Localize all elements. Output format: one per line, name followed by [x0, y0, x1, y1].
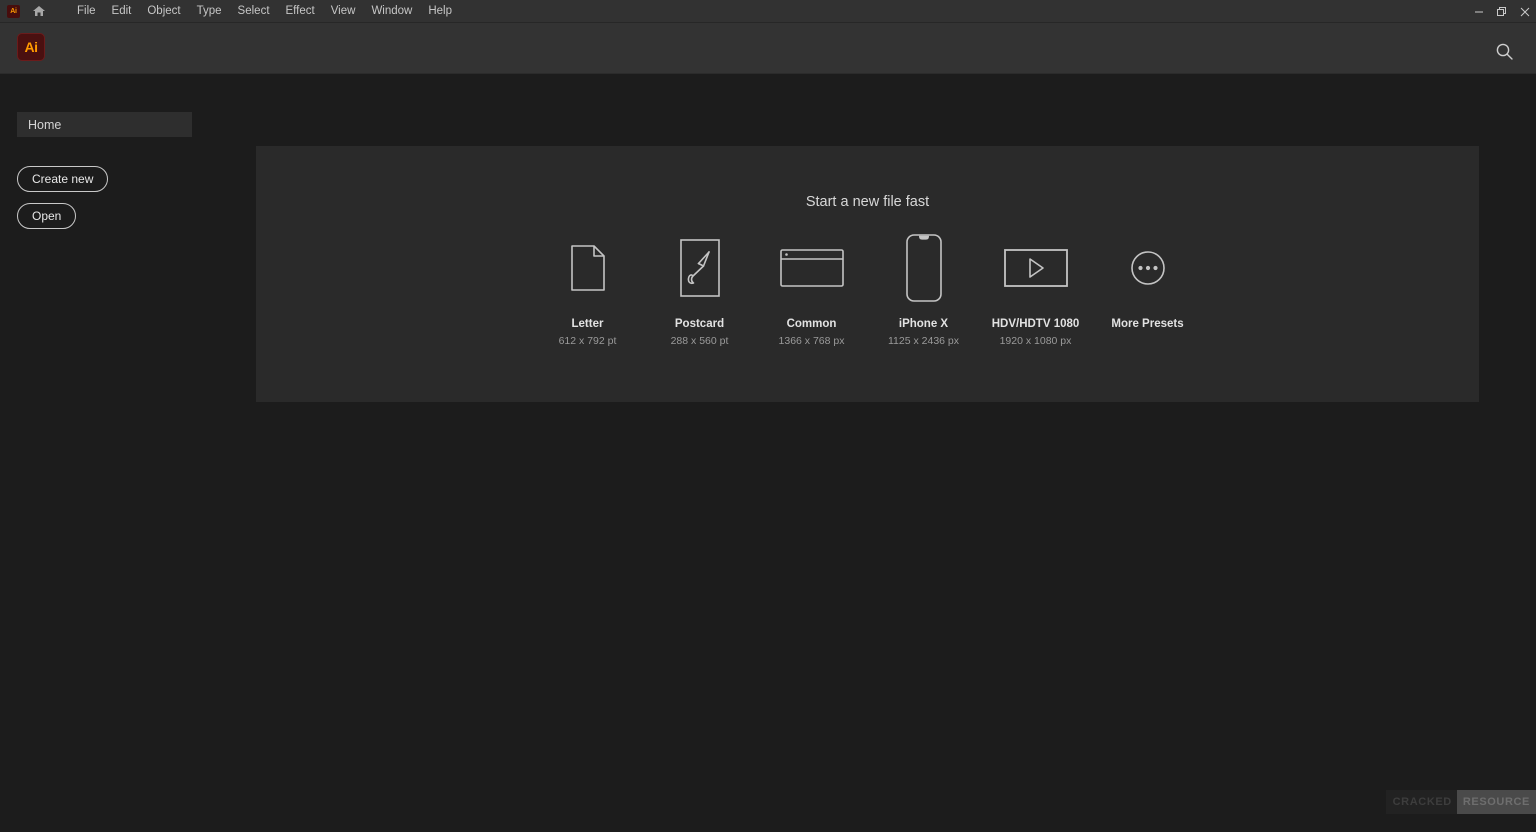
- watermark-part-two: RESOURCE: [1456, 790, 1536, 814]
- preset-size: 1920 x 1080 px: [999, 335, 1072, 347]
- menu-object[interactable]: Object: [139, 2, 188, 20]
- preset-iphone-x[interactable]: iPhone X 1125 x 2436 px: [868, 232, 980, 347]
- panel-title: Start a new file fast: [805, 194, 930, 210]
- title-menu-bar: Ai File Edit Object Type Select Effect V…: [0, 0, 1536, 23]
- browser-window-icon: [756, 232, 868, 304]
- preset-common[interactable]: Common 1366 x 768 px: [756, 232, 868, 347]
- watermark-part-one: CRACKED: [1385, 790, 1457, 814]
- preset-size: 1366 x 768 px: [778, 335, 845, 347]
- create-new-button[interactable]: Create new: [17, 166, 109, 192]
- preset-name: Postcard: [674, 318, 725, 330]
- preset-name: Letter: [571, 318, 604, 330]
- ellipsis-circle-icon: [1092, 232, 1204, 304]
- preset-list: Letter 612 x 792 pt Postcard 288 x 560 p…: [256, 232, 1479, 347]
- menu-list: File Edit Object Type Select Effect View…: [69, 2, 460, 20]
- menu-help[interactable]: Help: [420, 2, 460, 20]
- app-header: Ai: [0, 23, 1536, 74]
- menu-edit[interactable]: Edit: [104, 2, 140, 20]
- window-controls: [1467, 0, 1536, 23]
- preset-name: Common: [786, 318, 837, 330]
- start-new-file-panel: Start a new file fast Letter 612 x 792 p…: [256, 146, 1479, 402]
- menu-effect[interactable]: Effect: [278, 2, 323, 20]
- sidebar: Home Create new Open: [0, 74, 256, 832]
- menu-type[interactable]: Type: [189, 2, 230, 20]
- minimize-button[interactable]: [1467, 0, 1490, 23]
- preset-size: 612 x 792 pt: [558, 335, 617, 347]
- app-icon-small: Ai: [7, 4, 20, 18]
- menu-file[interactable]: File: [69, 2, 104, 20]
- restore-button[interactable]: [1490, 0, 1513, 23]
- watermark: CRACKED RESOURCE: [1385, 790, 1536, 814]
- preset-letter[interactable]: Letter 612 x 792 pt: [532, 232, 644, 347]
- open-button[interactable]: Open: [17, 203, 77, 229]
- close-button[interactable]: [1513, 0, 1536, 23]
- sidebar-item-home[interactable]: Home: [17, 112, 192, 137]
- preset-size: 288 x 560 pt: [670, 335, 729, 347]
- search-icon[interactable]: [1491, 38, 1517, 64]
- paintbrush-card-icon: [644, 232, 756, 304]
- preset-name: HDV/HDTV 1080: [991, 318, 1080, 330]
- preset-postcard[interactable]: Postcard 288 x 560 pt: [644, 232, 756, 347]
- preset-name: More Presets: [1111, 318, 1184, 330]
- preset-size: 1125 x 2436 px: [887, 335, 960, 347]
- menu-select[interactable]: Select: [230, 2, 278, 20]
- preset-name: iPhone X: [898, 318, 949, 330]
- phone-device-icon: [868, 232, 980, 304]
- document-page-icon: [532, 232, 644, 304]
- video-play-icon: [980, 232, 1092, 304]
- illustrator-logo: Ai: [17, 33, 45, 61]
- preset-hdv-hdtv-1080[interactable]: HDV/HDTV 1080 1920 x 1080 px: [980, 232, 1092, 347]
- preset-more-presets[interactable]: More Presets: [1092, 232, 1204, 335]
- home-icon[interactable]: [31, 4, 47, 18]
- menu-window[interactable]: Window: [363, 2, 420, 20]
- menu-view[interactable]: View: [323, 2, 364, 20]
